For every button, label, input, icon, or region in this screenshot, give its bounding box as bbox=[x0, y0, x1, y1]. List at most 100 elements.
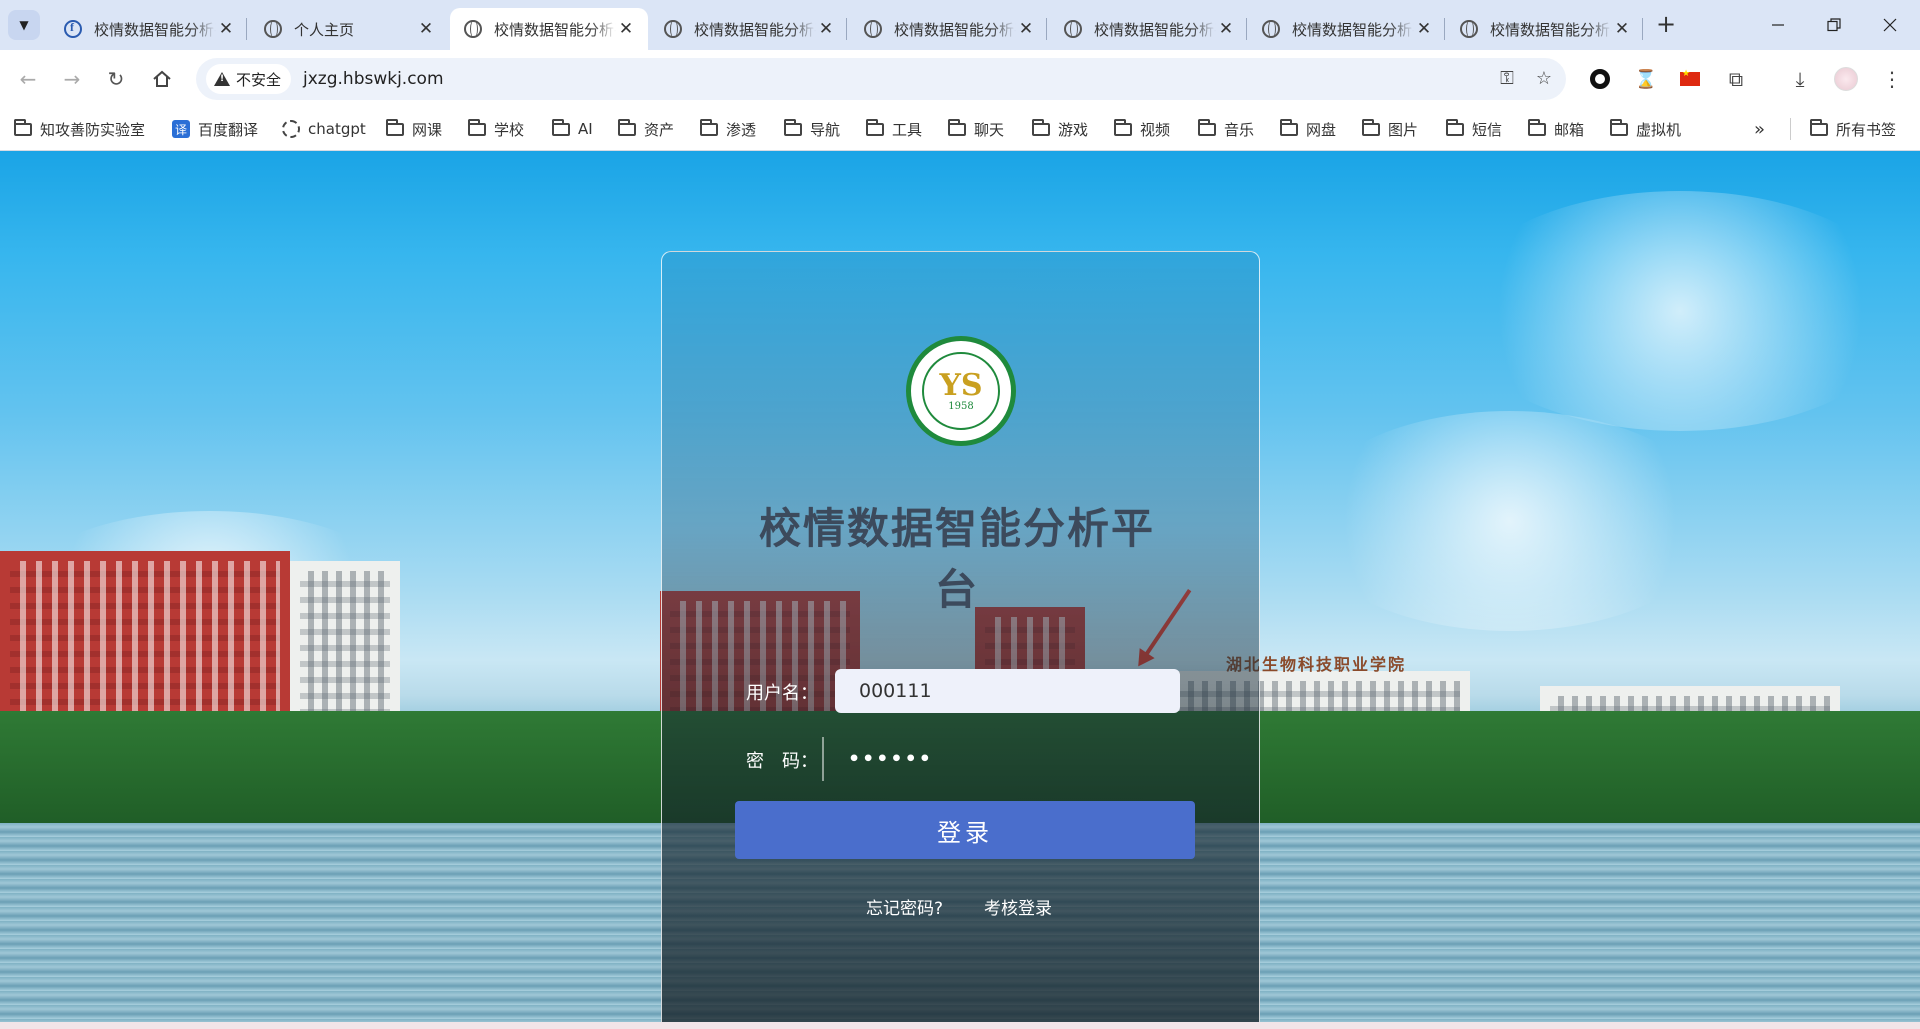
url-text[interactable]: jxzg.hbswkj.com bbox=[303, 69, 444, 89]
cloud bbox=[1300, 411, 1720, 631]
bookmark-label: AI bbox=[578, 120, 593, 138]
bookmark-folder[interactable]: AI bbox=[552, 116, 593, 142]
menu-dots-icon[interactable]: ⋮ bbox=[1878, 65, 1906, 93]
tab-title: 校情数据智能分析平台 bbox=[94, 20, 216, 39]
folder-icon bbox=[1528, 118, 1546, 136]
bookmark-folder[interactable]: 渗透 bbox=[700, 116, 756, 142]
bookmark-folder[interactable]: 工具 bbox=[866, 116, 922, 142]
security-label: 不安全 bbox=[236, 70, 282, 89]
bookmark-folder[interactable]: 游戏 bbox=[1032, 116, 1088, 142]
minimize-button[interactable] bbox=[1750, 6, 1806, 44]
folder-icon bbox=[784, 118, 802, 136]
bookmark-folder[interactable]: 资产 bbox=[618, 116, 674, 142]
close-tab-icon[interactable]: ✕ bbox=[1612, 19, 1632, 39]
forward-arrow-icon: → bbox=[63, 67, 81, 91]
platform-title: 校情数据智能分析平台 bbox=[758, 504, 1155, 614]
forward-button[interactable]: → bbox=[56, 63, 88, 95]
bookmark-star-icon[interactable]: ☆ bbox=[1536, 68, 1552, 89]
bottom-strip bbox=[0, 1022, 1920, 1029]
close-window-button[interactable] bbox=[1862, 6, 1918, 44]
bookmark-folder[interactable]: 网课 bbox=[386, 116, 442, 142]
security-indicator[interactable]: 不安全 bbox=[206, 64, 292, 94]
folder-icon bbox=[386, 118, 404, 136]
bookmark-folder[interactable]: 导航 bbox=[784, 116, 840, 142]
tab[interactable]: 校情数据智能分析平台 ✕ bbox=[1248, 8, 1446, 50]
login-button[interactable]: 登录 bbox=[735, 801, 1195, 859]
folder-icon bbox=[1810, 118, 1828, 136]
extension-hourglass-icon[interactable]: ⌛ bbox=[1632, 65, 1660, 93]
close-tab-icon[interactable]: ✕ bbox=[216, 19, 236, 39]
tab[interactable]: 校情数据智能分析平台 ✕ bbox=[850, 8, 1048, 50]
profile-avatar[interactable] bbox=[1832, 65, 1860, 93]
reload-icon: ↻ bbox=[107, 67, 125, 91]
bookmark-folder[interactable]: 图片 bbox=[1362, 116, 1418, 142]
tab-title: 校情数据智能分析平台 bbox=[894, 20, 1016, 39]
double-chevron-icon: » bbox=[1754, 118, 1766, 140]
download-icon[interactable]: ⤓ bbox=[1786, 65, 1814, 93]
tab-list-button[interactable]: ▼ bbox=[8, 10, 40, 40]
tab-title: 校情数据智能分析平台 bbox=[494, 20, 616, 39]
bookmark-item[interactable]: 知攻善防实验室 bbox=[14, 116, 145, 142]
tab[interactable]: 校情数据智能分析平台 ✕ bbox=[650, 8, 848, 50]
tab[interactable]: 校情数据智能分析平台 ✕ bbox=[1446, 8, 1644, 50]
back-arrow-icon: ← bbox=[19, 67, 37, 91]
extension-circle-icon[interactable] bbox=[1586, 65, 1614, 93]
forgot-password-link[interactable]: 忘记密码? bbox=[866, 894, 943, 919]
back-button[interactable]: ← bbox=[12, 63, 44, 95]
folder-icon bbox=[1280, 118, 1298, 136]
bookmark-folder[interactable]: 虚拟机 bbox=[1610, 116, 1681, 142]
close-tab-icon[interactable]: ✕ bbox=[1216, 19, 1236, 39]
assessment-login-link[interactable]: 考核登录 bbox=[984, 894, 1052, 919]
bookmark-item[interactable]: chatgpt bbox=[282, 116, 366, 142]
restore-button[interactable] bbox=[1806, 6, 1862, 44]
f-favicon-icon bbox=[64, 20, 82, 38]
tab-title: 校情数据智能分析平台 bbox=[1292, 20, 1414, 39]
tab-title: 校情数据智能分析平台 bbox=[1094, 20, 1216, 39]
bookmark-label: 图片 bbox=[1388, 120, 1419, 139]
home-button[interactable] bbox=[146, 63, 178, 95]
folder-icon bbox=[618, 118, 636, 136]
bookmark-label: 资产 bbox=[644, 120, 675, 139]
bookmark-folder[interactable]: 视频 bbox=[1114, 116, 1170, 142]
tab-separator bbox=[1642, 18, 1643, 40]
globe-icon bbox=[664, 20, 682, 38]
bookmark-folder[interactable]: 音乐 bbox=[1198, 116, 1254, 142]
tab[interactable]: 校情数据智能分析平台 ✕ bbox=[1050, 8, 1248, 50]
tab-active[interactable]: 校情数据智能分析平台 ✕ bbox=[450, 8, 648, 50]
tab[interactable]: 个人主页 ✕ bbox=[250, 8, 448, 50]
address-bar[interactable]: 不安全 jxzg.hbswkj.com ⚿ ☆ bbox=[196, 58, 1566, 100]
close-tab-icon[interactable]: ✕ bbox=[616, 19, 636, 39]
bookmark-folder[interactable]: 学校 bbox=[468, 116, 524, 142]
bookmark-folder[interactable]: 聊天 bbox=[948, 116, 1004, 142]
bookmark-folder[interactable]: 短信 bbox=[1446, 116, 1502, 142]
all-bookmarks-folder[interactable]: 所有书签 bbox=[1810, 116, 1896, 142]
bookmark-label: 百度翻译 bbox=[198, 120, 259, 139]
username-input[interactable]: 000111 bbox=[835, 669, 1180, 713]
more-bookmarks-button[interactable]: » bbox=[1754, 116, 1765, 142]
close-tab-icon[interactable]: ✕ bbox=[816, 19, 836, 39]
tab-separator bbox=[246, 18, 247, 40]
reload-button[interactable]: ↻ bbox=[100, 63, 132, 95]
bookmark-label: chatgpt bbox=[308, 120, 366, 138]
folder-icon bbox=[1114, 118, 1132, 136]
close-tab-icon[interactable]: ✕ bbox=[1414, 19, 1434, 39]
minimize-icon bbox=[1772, 24, 1784, 26]
bookmark-folder[interactable]: 邮箱 bbox=[1528, 116, 1584, 142]
extension-flag-icon[interactable]: ★ bbox=[1676, 65, 1704, 93]
bookmark-item[interactable]: 译百度翻译 bbox=[172, 116, 258, 142]
new-tab-button[interactable]: + bbox=[1650, 10, 1682, 40]
close-tab-icon[interactable]: ✕ bbox=[416, 19, 436, 39]
password-input[interactable]: •••••• bbox=[822, 737, 1167, 781]
logo-year: 1958 bbox=[948, 400, 974, 412]
password-key-icon[interactable]: ⚿ bbox=[1500, 68, 1514, 89]
tab-title: 校情数据智能分析平台 bbox=[694, 20, 816, 39]
tab[interactable]: 校情数据智能分析平台 ✕ bbox=[50, 8, 248, 50]
globe-icon bbox=[464, 20, 482, 38]
bookmark-folder[interactable]: 网盘 bbox=[1280, 116, 1336, 142]
extensions-puzzle-icon[interactable]: ⧉ bbox=[1722, 65, 1750, 93]
bookmark-label: 短信 bbox=[1472, 120, 1503, 139]
close-icon bbox=[1883, 18, 1897, 32]
tab-strip: ▼ 校情数据智能分析平台 ✕ 个人主页 ✕ 校情数据智能分析平台 ✕ 校情数据智… bbox=[0, 0, 1920, 50]
close-tab-icon[interactable]: ✕ bbox=[1016, 19, 1036, 39]
cloud bbox=[1450, 191, 1910, 431]
